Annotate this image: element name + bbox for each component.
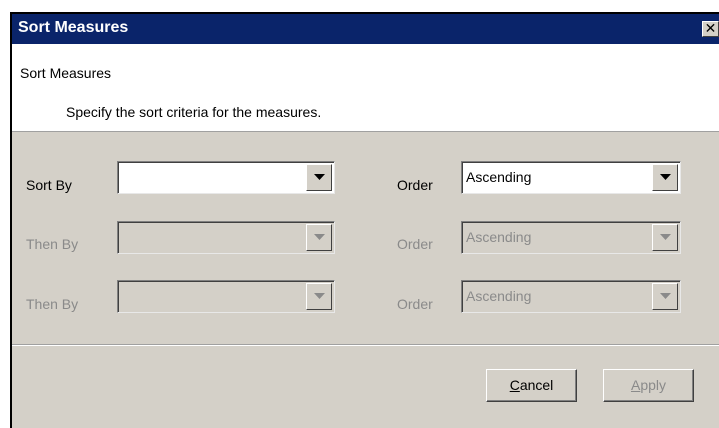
cancel-button[interactable]: Cancel xyxy=(486,369,577,402)
order-value-1: Ascending xyxy=(466,169,532,185)
then-by-combo-1[interactable] xyxy=(117,221,335,254)
order-label-1: Order xyxy=(397,177,433,193)
header-title: Sort Measures xyxy=(20,65,112,81)
sort-by-label: Sort By xyxy=(26,177,72,193)
chevron-down-icon xyxy=(314,293,325,299)
cancel-label-rest: ancel xyxy=(519,377,554,393)
title-bar[interactable]: Sort Measures ✕ xyxy=(12,14,719,44)
then-by-label-1: Then By xyxy=(26,236,79,252)
chevron-down-icon xyxy=(660,174,671,180)
sort-by-combo[interactable] xyxy=(117,161,335,194)
order-combo-1[interactable]: Ascending xyxy=(461,161,681,194)
apply-mnemonic: A xyxy=(630,377,641,393)
chevron-down-icon xyxy=(314,174,325,180)
order-combo-3[interactable]: Ascending xyxy=(461,280,681,313)
header-panel: Sort Measures Specify the sort criteria … xyxy=(12,44,719,132)
then-by-dropdown-button-2[interactable] xyxy=(306,283,332,310)
header-description: Specify the sort criteria for the measur… xyxy=(66,104,322,120)
window-title: Sort Measures xyxy=(18,19,129,36)
then-by-dropdown-button-1[interactable] xyxy=(306,224,332,251)
order-dropdown-button-2[interactable] xyxy=(652,224,678,251)
order-value-2: Ascending xyxy=(466,229,532,245)
order-label-2: Order xyxy=(397,236,433,252)
then-by-label-2: Then By xyxy=(26,296,79,312)
close-icon: ✕ xyxy=(704,20,717,36)
order-label-3: Order xyxy=(397,296,433,312)
sort-measures-dialog: Sort Measures ✕ Sort Measures Specify th… xyxy=(10,12,719,428)
order-value-3: Ascending xyxy=(466,288,532,304)
cancel-mnemonic: C xyxy=(509,377,520,393)
order-combo-2[interactable]: Ascending xyxy=(461,221,681,254)
apply-label-rest: pply xyxy=(640,377,667,393)
footer-separator xyxy=(12,344,719,346)
apply-button[interactable]: Apply xyxy=(603,369,694,402)
sort-by-dropdown-button[interactable] xyxy=(306,164,332,191)
order-dropdown-button-3[interactable] xyxy=(652,283,678,310)
close-button[interactable]: ✕ xyxy=(702,21,719,37)
order-dropdown-button-1[interactable] xyxy=(652,164,678,191)
chevron-down-icon xyxy=(660,293,671,299)
then-by-combo-2[interactable] xyxy=(117,280,335,313)
chevron-down-icon xyxy=(660,234,671,240)
chevron-down-icon xyxy=(314,234,325,240)
